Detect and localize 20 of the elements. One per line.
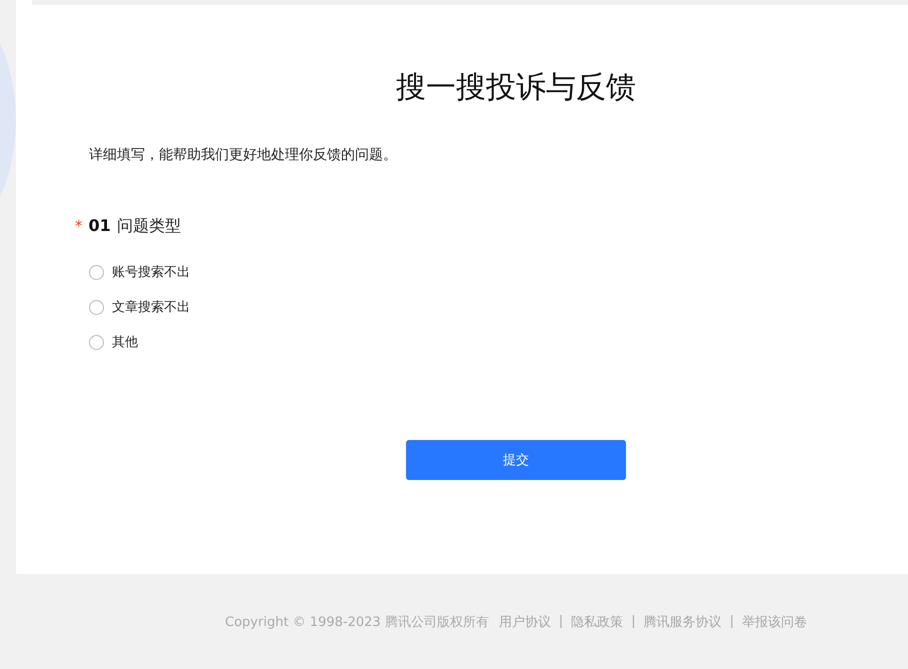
question-label: 问题类型	[116, 216, 181, 237]
question-number: 01	[88, 216, 111, 235]
form-title: 搜一搜投诉与反馈	[396, 69, 636, 107]
radio-button[interactable]	[89, 334, 104, 350]
radio-button[interactable]	[89, 300, 104, 314]
option-label[interactable]: 其他	[112, 333, 138, 351]
submit-button[interactable]: 提交	[406, 440, 626, 480]
option-label[interactable]: 账号搜索不出	[112, 263, 190, 281]
radio-button[interactable]	[89, 264, 104, 280]
footer-link[interactable]: 举报该问卷	[742, 612, 807, 630]
separator: |	[631, 614, 636, 629]
option-label[interactable]: 文章搜索不出	[112, 298, 190, 316]
form-description: 详细填写，能帮助我们更好地处理你反馈的问题。	[89, 146, 398, 164]
required-mark: *	[75, 217, 82, 235]
copyright-text: Copyright © 1998-2023 腾讯公司版权所有	[225, 614, 489, 630]
separator: |	[730, 614, 734, 629]
footer-link[interactable]: 隐私政策	[571, 612, 624, 630]
separator: |	[558, 614, 564, 629]
footer-link[interactable]: 用户协议	[498, 612, 551, 630]
footer-link[interactable]: 腾讯服务协议	[644, 612, 722, 630]
